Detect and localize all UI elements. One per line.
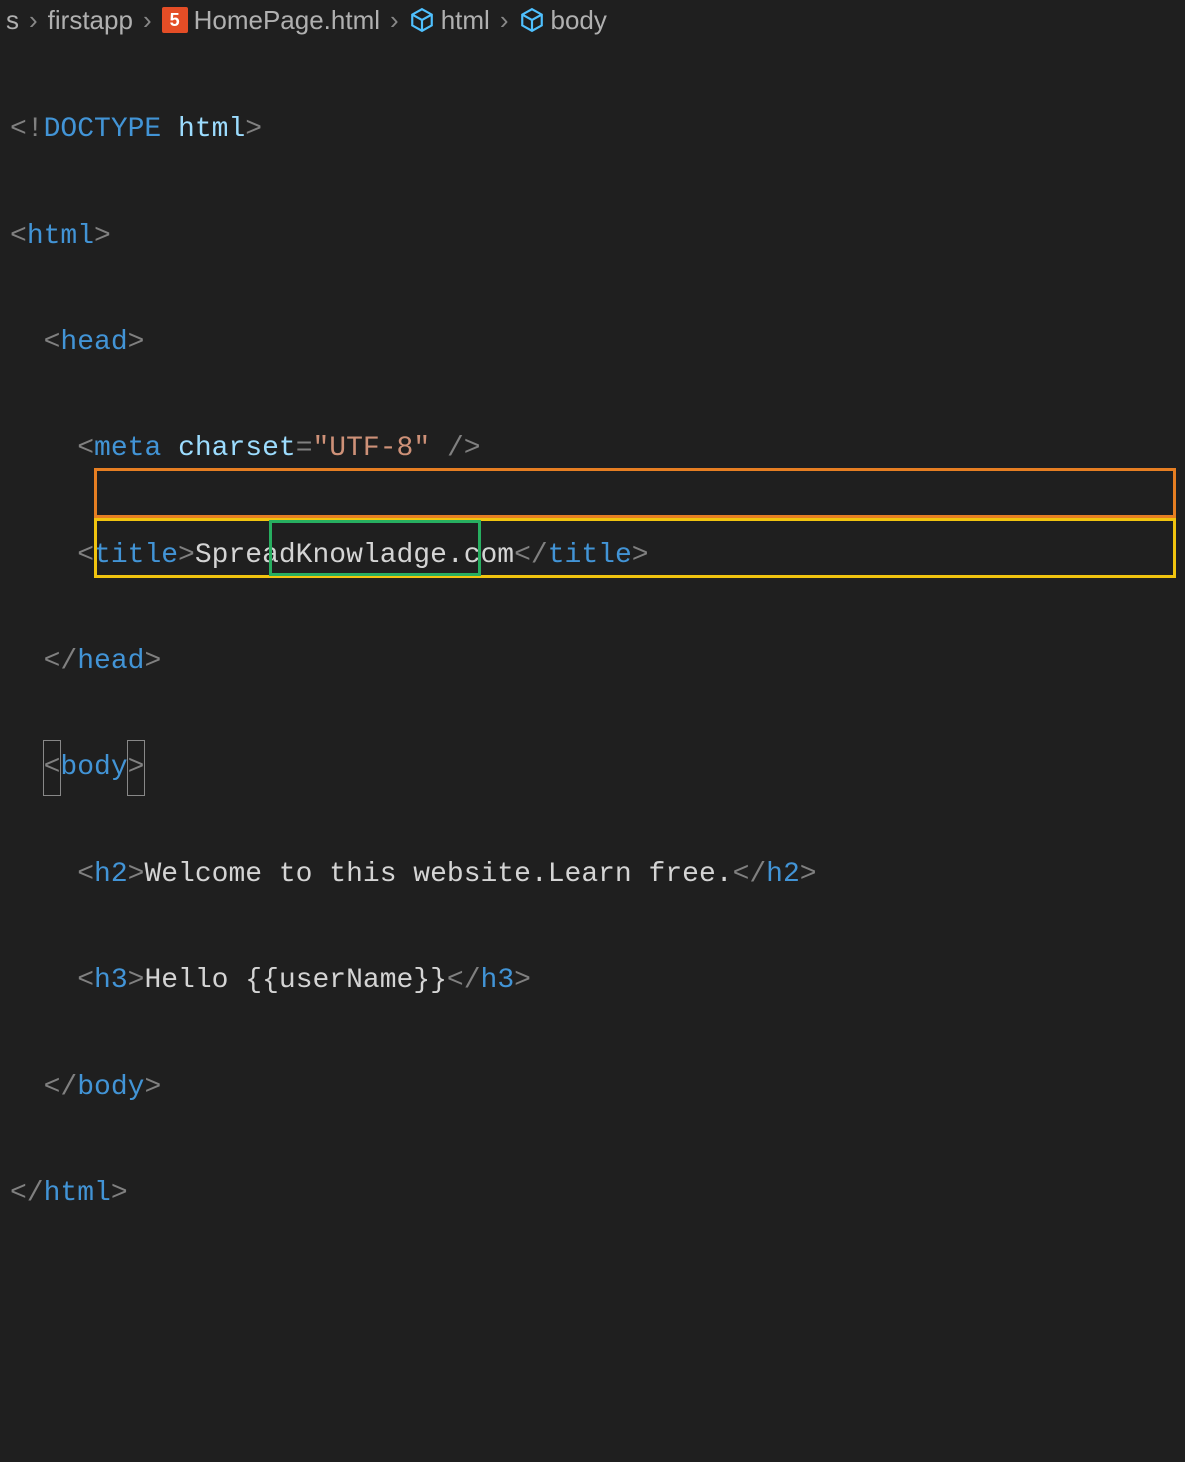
chevron-right-icon: › — [27, 5, 40, 36]
breadcrumb-item-symbol-html[interactable]: html — [403, 5, 496, 36]
breadcrumb-file-label: HomePage.html — [194, 5, 380, 36]
annotation-box-orange — [94, 468, 1176, 518]
code-editor[interactable]: <!DOCTYPE html> <html> <head> <meta char… — [0, 40, 1185, 1462]
breadcrumb-item-truncated[interactable]: s — [0, 5, 25, 36]
code-line: <title>SpreadKnowladge.com</title> — [10, 529, 1185, 582]
code-line: <!DOCTYPE html> — [10, 103, 1185, 156]
breadcrumb: s › firstapp › 5 HomePage.html › html › … — [0, 0, 1185, 40]
code-line: <html> — [10, 210, 1185, 263]
code-line: <head> — [10, 316, 1185, 369]
cube-icon — [519, 7, 545, 33]
breadcrumb-item-folder[interactable]: firstapp — [42, 5, 139, 36]
code-line: <body> — [10, 741, 1185, 794]
breadcrumb-symbol-label: body — [551, 5, 607, 36]
breadcrumb-item-symbol-body[interactable]: body — [513, 5, 613, 36]
code-line: <h3>Hello {{userName}}</h3> — [10, 954, 1185, 1007]
code-line: <h2>Welcome to this website.Learn free.<… — [10, 848, 1185, 901]
html5-icon: 5 — [162, 7, 188, 33]
chevron-right-icon: › — [498, 5, 511, 36]
code-line: </body> — [10, 1061, 1185, 1114]
breadcrumb-symbol-label: html — [441, 5, 490, 36]
chevron-right-icon: › — [388, 5, 401, 36]
cube-icon — [409, 7, 435, 33]
chevron-right-icon: › — [141, 5, 154, 36]
breadcrumb-item-file[interactable]: 5 HomePage.html — [156, 5, 386, 36]
code-line: </html> — [10, 1167, 1185, 1220]
code-line: <meta charset="UTF-8" /> — [10, 422, 1185, 475]
code-line: </head> — [10, 635, 1185, 688]
